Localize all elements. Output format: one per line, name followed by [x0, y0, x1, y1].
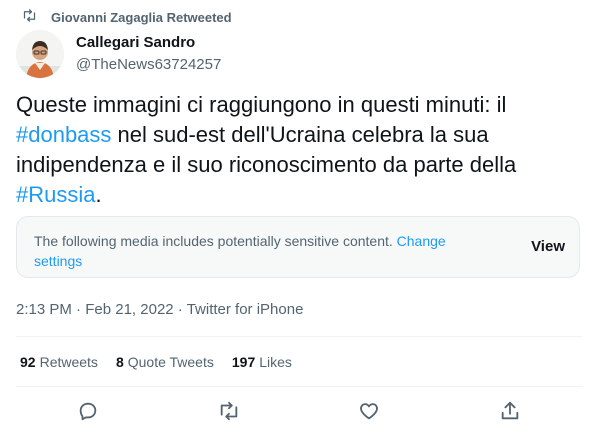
retweet-button[interactable]: [218, 400, 240, 422]
view-media-button[interactable]: View: [531, 238, 565, 255]
tweet-text-segment: .: [95, 182, 102, 207]
likes-stat[interactable]: 197 Likes: [232, 353, 292, 371]
hashtag-donbass-link[interactable]: #donbass: [16, 122, 111, 147]
share-button[interactable]: [499, 400, 521, 422]
retweets-count: 92: [20, 354, 36, 370]
sensitive-warning-label: The following media includes potentially…: [34, 233, 393, 249]
like-icon: [358, 403, 380, 426]
quote-tweets-label: Quote Tweets: [127, 354, 214, 370]
retweets-stat[interactable]: 92 Retweets: [20, 353, 98, 371]
likes-label: Likes: [259, 354, 292, 370]
author-name[interactable]: Callegari Sandro: [76, 33, 221, 52]
divider: [16, 386, 582, 387]
retweeted-by-label[interactable]: Giovanni Zagaglia Retweeted: [51, 10, 232, 25]
retweet-icon: [22, 8, 37, 26]
quote-tweets-count: 8: [115, 354, 124, 370]
share-icon: [499, 401, 521, 426]
tweet-text: Queste immagini ci raggiungono in questi…: [16, 90, 582, 210]
author-handle[interactable]: @TheNews63724257: [76, 55, 221, 74]
reply-icon: [77, 402, 99, 426]
avatar[interactable]: [16, 30, 64, 78]
tweet-time[interactable]: 2:13 PM: [16, 301, 72, 318]
like-button[interactable]: [358, 400, 380, 422]
meta-separator: ·: [76, 301, 82, 318]
sensitive-notice-text: The following media includes potentially…: [34, 231, 494, 271]
retweets-label: Retweets: [39, 354, 98, 370]
retweet-icon: [218, 401, 240, 426]
author-block[interactable]: Callegari Sandro @TheNews63724257: [76, 33, 221, 74]
divider: [16, 336, 582, 337]
likes-count: 197: [231, 354, 256, 370]
sensitive-media-notice: The following media includes potentially…: [16, 216, 580, 278]
hashtag-russia-link[interactable]: #Russia: [16, 182, 95, 207]
retweet-banner: Giovanni Zagaglia Retweeted: [22, 8, 232, 26]
meta-separator: ·: [177, 301, 183, 318]
tweet-date[interactable]: Feb 21, 2022: [85, 301, 173, 318]
quote-tweets-stat[interactable]: 8 Quote Tweets: [116, 353, 214, 371]
tweet-text-segment: Queste immagini ci raggiungono in questi…: [16, 92, 507, 117]
tweet-action-bar: [0, 400, 598, 422]
tweet-meta: 2:13 PM · Feb 21, 2022 · Twitter for iPh…: [16, 300, 303, 320]
reply-button[interactable]: [77, 400, 99, 422]
tweet-source[interactable]: Twitter for iPhone: [187, 301, 304, 318]
tweet-stats: 92 Retweets 8 Quote Tweets 197 Likes: [20, 353, 292, 371]
